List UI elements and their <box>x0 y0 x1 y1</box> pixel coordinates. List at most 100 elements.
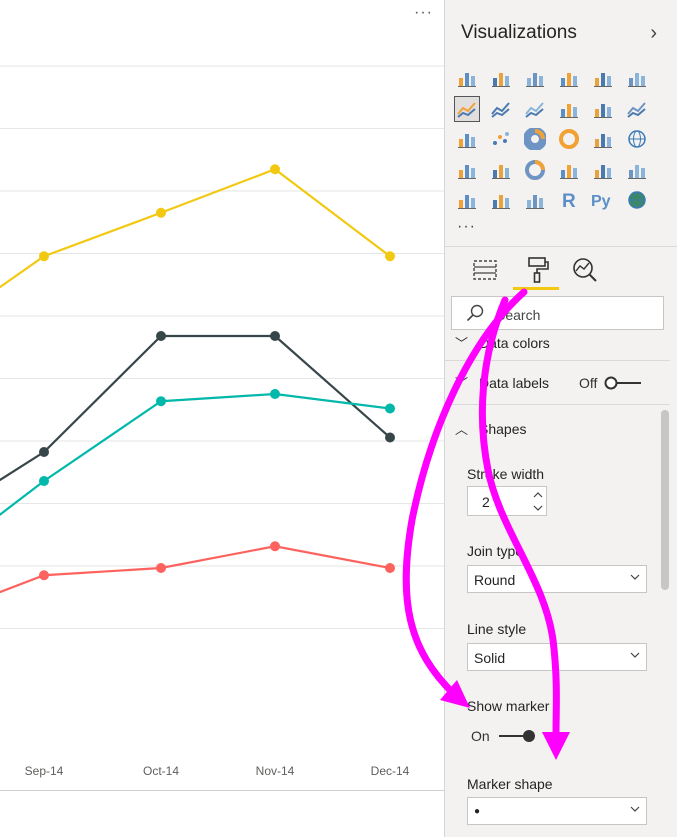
stroke-width-label: Stroke width <box>467 466 545 482</box>
chevron-down-icon <box>630 652 640 658</box>
kpi-icon[interactable] <box>625 158 649 182</box>
search-input[interactable]: Search <box>451 296 664 330</box>
python-visual-icon[interactable]: Py <box>591 188 615 212</box>
clustered-bar-icon[interactable] <box>523 66 547 90</box>
data-point-marker[interactable] <box>156 396 166 407</box>
join-type-dropdown[interactable]: Round <box>467 565 647 593</box>
svg-text:Py: Py <box>591 193 611 210</box>
visualizations-pane: Visualizations › R Py ··· Search ﹀ Data c… <box>444 0 677 837</box>
data-point-marker[interactable] <box>270 331 280 341</box>
divider <box>445 246 677 247</box>
stepper-up-icon[interactable] <box>532 489 544 501</box>
active-tab-indicator <box>513 287 559 290</box>
pie-icon[interactable] <box>523 127 547 151</box>
line-stacked-column-icon[interactable] <box>591 97 615 121</box>
area-chart-icon[interactable] <box>489 97 513 121</box>
map-icon[interactable] <box>625 127 649 151</box>
show-marker-toggle[interactable] <box>495 729 537 743</box>
series-line-3[interactable] <box>0 545 391 619</box>
chevron-down-icon: ﹀ <box>455 336 469 351</box>
clustered-column-icon[interactable] <box>557 66 581 90</box>
arcgis-icon[interactable] <box>625 188 649 212</box>
format-properties: ﹀ Data colors ﹀ Data labels Off ︿ Shapes… <box>445 332 677 837</box>
chart-bottom-border <box>0 790 444 791</box>
data-point-marker[interactable] <box>156 563 166 573</box>
line-style-label: Line style <box>467 621 527 637</box>
x-tick-label: Dec-14 <box>371 764 410 778</box>
data-point-marker[interactable] <box>39 447 49 457</box>
divider <box>445 404 670 405</box>
data-labels-toggle[interactable] <box>603 376 645 390</box>
more-options-button[interactable]: ··· <box>414 4 433 22</box>
line-chart-icon[interactable] <box>454 95 480 122</box>
data-point-marker[interactable] <box>270 389 280 399</box>
stacked-column-icon[interactable] <box>489 66 513 90</box>
line-chart-visual[interactable]: Sep-14 Oct-14 Nov-14 Dec-14 ··· <box>0 0 444 837</box>
series-line-0[interactable] <box>0 168 391 336</box>
matrix-icon[interactable] <box>523 188 547 212</box>
data-point-marker[interactable] <box>156 207 166 218</box>
table-icon[interactable] <box>489 188 513 212</box>
data-point-marker[interactable] <box>270 164 280 175</box>
waterfall-icon[interactable] <box>455 127 479 151</box>
stroke-width-stepper[interactable]: 2 <box>467 486 547 516</box>
gauge-icon[interactable] <box>523 158 547 182</box>
fields-icon[interactable] <box>469 254 501 286</box>
100-stacked-column-icon[interactable] <box>625 66 649 90</box>
series-line-1[interactable] <box>0 334 391 525</box>
search-placeholder: Search <box>496 307 541 323</box>
analytics-icon[interactable] <box>569 254 601 286</box>
stepper-down-icon[interactable] <box>532 502 544 514</box>
data-point-marker[interactable] <box>39 476 49 486</box>
join-type-value: Round <box>474 572 516 588</box>
chevron-up-icon: ︿ <box>455 422 469 437</box>
show-marker-label: Show marker <box>467 698 550 714</box>
100-stacked-bar-icon[interactable] <box>591 66 615 90</box>
funnel-icon[interactable] <box>489 158 513 182</box>
divider <box>445 360 670 361</box>
chevron-right-icon[interactable]: › <box>650 22 657 45</box>
pane-scrollbar[interactable] <box>661 410 669 590</box>
scatter-icon[interactable] <box>489 127 513 151</box>
slicer-icon[interactable] <box>455 188 479 212</box>
line-style-value: Solid <box>474 650 506 666</box>
series-line-2[interactable] <box>0 392 391 568</box>
section-data-colors[interactable]: ﹀ Data colors <box>445 332 677 362</box>
r-visual-icon[interactable]: R <box>557 188 581 212</box>
chevron-down-icon <box>630 574 640 580</box>
multi-row-card-icon[interactable] <box>591 158 615 182</box>
section-shapes[interactable]: ︿ Shapes <box>445 410 677 448</box>
filled-map-icon[interactable] <box>455 158 479 182</box>
line-chart-canvas: Sep-14 Oct-14 Nov-14 Dec-14 <box>0 65 444 778</box>
x-tick-label: Sep-14 <box>25 764 64 778</box>
search-icon <box>466 304 484 322</box>
data-point-marker[interactable] <box>39 251 49 262</box>
x-tick-label: Nov-14 <box>256 764 295 778</box>
pane-title: Visualizations <box>461 22 577 43</box>
treemap-icon[interactable] <box>591 127 615 151</box>
data-point-marker[interactable] <box>39 570 49 581</box>
show-marker-state: On <box>471 728 490 744</box>
marker-shape-dropdown[interactable]: ● <box>467 797 647 825</box>
data-labels-state: Off <box>579 375 598 391</box>
stacked-bar-icon[interactable] <box>455 66 479 90</box>
card-icon[interactable] <box>557 158 581 182</box>
data-point-marker[interactable] <box>385 432 395 443</box>
more-visuals-button[interactable]: ··· <box>457 218 476 236</box>
donut-icon[interactable] <box>557 127 581 151</box>
data-point-marker[interactable] <box>156 331 166 341</box>
data-point-marker[interactable] <box>385 563 395 573</box>
gridlines <box>0 65 444 629</box>
format-paint-roller-icon[interactable] <box>521 254 553 286</box>
series-markers <box>39 164 395 581</box>
stroke-width-value: 2 <box>482 494 490 510</box>
line-clustered-column-icon[interactable] <box>557 97 581 121</box>
line-style-dropdown[interactable]: Solid <box>467 643 647 671</box>
ribbon-chart-icon[interactable] <box>625 97 649 121</box>
series-lines <box>0 168 391 619</box>
data-point-marker[interactable] <box>385 251 395 262</box>
data-point-marker[interactable] <box>270 541 280 552</box>
data-point-marker[interactable] <box>385 403 395 414</box>
stacked-area-icon[interactable] <box>523 97 547 121</box>
marker-shape-label: Marker shape <box>467 776 553 792</box>
